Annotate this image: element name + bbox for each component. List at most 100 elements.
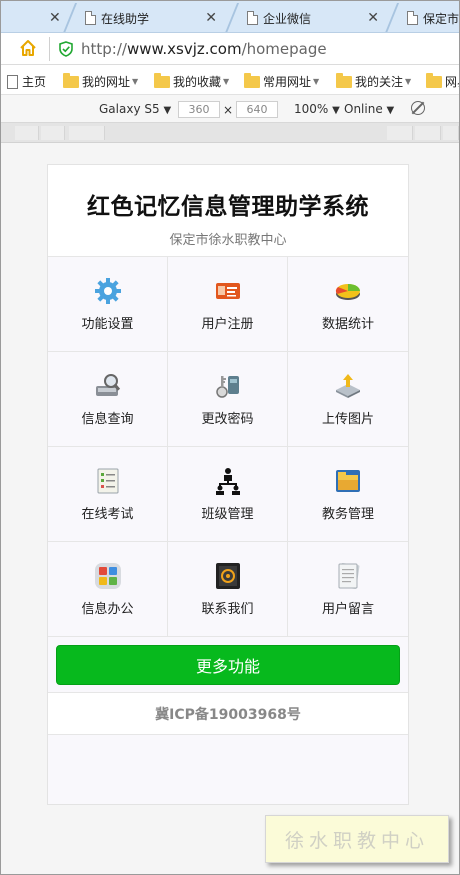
- folder-icon: [154, 72, 170, 88]
- menu-item-statistics[interactable]: 数据统计: [288, 257, 408, 352]
- bookmark-netease[interactable]: 网易: [426, 72, 459, 90]
- menu-label: 上传图片: [321, 412, 374, 427]
- bookmark-favorites[interactable]: 我的收藏 ▼: [154, 72, 230, 90]
- menu-label: 信息办公: [81, 602, 134, 617]
- shield-icon[interactable]: [59, 41, 73, 57]
- menu-label: 班级管理: [201, 507, 254, 522]
- chevron-down-icon: ▼: [386, 105, 395, 116]
- chevron-down-icon: ▼: [313, 77, 320, 86]
- chevron-down-icon: ▼: [223, 77, 230, 86]
- menu-item-message[interactable]: 用户留言: [288, 542, 408, 637]
- page-header: 红色记忆信息管理助学系统 保定市徐水职教中心: [48, 165, 408, 257]
- upload-icon: [334, 372, 362, 400]
- document-icon: [407, 11, 418, 25]
- tab-online-study[interactable]: 在线助学 ✕: [77, 4, 227, 32]
- watermark: 徐水职教中心: [265, 815, 449, 863]
- page-title: 红色记忆信息管理助学系统: [87, 194, 369, 220]
- bookmark-common[interactable]: 常用网址 ▼: [244, 72, 320, 90]
- bookmark-my-sites[interactable]: 我的网址 ▼: [63, 72, 139, 90]
- zoom-value: 100%: [294, 102, 329, 116]
- menu-item-register[interactable]: 用户注册: [168, 257, 288, 352]
- menu-item-academic-affairs[interactable]: 教务管理: [288, 447, 408, 542]
- close-icon[interactable]: ✕: [205, 10, 217, 26]
- device-select[interactable]: Galaxy S5 ▼: [99, 102, 171, 116]
- menu-label: 信息查询: [81, 412, 134, 427]
- contact-icon: [214, 562, 242, 590]
- address-bar: http://www.xsvjz.com/homepage: [1, 33, 459, 65]
- folder-icon: [63, 72, 79, 88]
- menu-item-class-management[interactable]: 班级管理: [168, 447, 288, 542]
- chevron-down-icon: ▼: [132, 77, 139, 86]
- document-icon: [247, 11, 258, 25]
- chevron-down-icon: ▼: [332, 105, 340, 116]
- menu-label: 用户留言: [321, 602, 374, 617]
- url-path: /homepage: [241, 40, 327, 58]
- menu-label: 教务管理: [321, 507, 374, 522]
- device-toolbar: Galaxy S5 ▼ 360 × 640 100% ▼ Online ▼: [1, 95, 459, 123]
- network-value: Online: [344, 102, 383, 116]
- menu-item-online-exam[interactable]: 在线考试: [48, 447, 168, 542]
- icp-record[interactable]: 冀ICP备19003968号: [48, 693, 408, 735]
- key-icon: [214, 372, 242, 400]
- mobile-page: 红色记忆信息管理助学系统 保定市徐水职教中心 功能设置 用户注册 数据统计 信息…: [47, 164, 409, 805]
- menu-item-contact[interactable]: 联系我们: [168, 542, 288, 637]
- bookmark-home[interactable]: 主页: [7, 73, 46, 90]
- url-protocol: http://: [81, 40, 127, 58]
- width-input[interactable]: 360: [178, 101, 220, 118]
- bookmark-label: 我的网址: [82, 75, 131, 89]
- page-icon: [7, 74, 18, 89]
- network-select[interactable]: Online ▼: [344, 102, 394, 116]
- notepad-icon: [334, 562, 362, 590]
- id-card-icon: [214, 277, 242, 305]
- chevron-down-icon: ▼: [405, 77, 412, 86]
- more-features-button[interactable]: 更多功能: [56, 645, 400, 685]
- menu-item-change-password[interactable]: 更改密码: [168, 352, 288, 447]
- team-icon: [214, 467, 242, 495]
- bookmark-label: 常用网址: [263, 75, 312, 89]
- search-drive-icon: [94, 372, 122, 400]
- menu-label: 在线考试: [81, 507, 134, 522]
- menu-label: 用户注册: [201, 317, 254, 332]
- folder-icon: [426, 72, 442, 88]
- bookmark-label: 我的关注: [355, 75, 404, 89]
- checklist-icon: [94, 467, 122, 495]
- url-domain: www.xsvjz.com: [126, 40, 242, 58]
- bookmark-label: 网易: [445, 75, 459, 89]
- media-query-ruler: [1, 123, 459, 143]
- document-icon: [85, 11, 96, 25]
- chevron-down-icon: ▼: [163, 105, 172, 116]
- zoom-select[interactable]: 100% ▼: [294, 102, 340, 116]
- bookmark-label: 主页: [22, 75, 47, 89]
- menu-item-upload-image[interactable]: 上传图片: [288, 352, 408, 447]
- page-subtitle: 保定市徐水职教中心: [169, 233, 287, 248]
- folder-icon: [336, 72, 352, 88]
- height-input[interactable]: 640: [236, 101, 278, 118]
- tab-baoding[interactable]: 保定市: [399, 4, 459, 32]
- menu-label: 功能设置: [81, 317, 134, 332]
- folder-icon: [244, 72, 260, 88]
- home-icon[interactable]: [19, 39, 37, 57]
- tab-strip: ✕ 在线助学 ✕ 企业微信 ✕ 保定市: [1, 1, 459, 33]
- bookmarks-bar: 主页 我的网址▼ 我的收藏▼ 常用网址▼ 我的关注▼ 网易: [1, 65, 459, 95]
- device-viewport: 红色记忆信息管理助学系统 保定市徐水职教中心 功能设置 用户注册 数据统计 信息…: [1, 143, 459, 874]
- times-sign: ×: [223, 103, 234, 117]
- url-field[interactable]: http://www.xsvjz.com/homepage: [81, 40, 327, 58]
- bookmark-label: 我的收藏: [173, 75, 222, 89]
- menu-item-office[interactable]: 信息办公: [48, 542, 168, 637]
- more-section: 更多功能: [48, 637, 408, 693]
- tab-wework[interactable]: 企业微信 ✕: [239, 4, 389, 32]
- office-icon: [94, 562, 122, 590]
- device-model: Galaxy S5: [99, 102, 160, 116]
- menu-item-settings[interactable]: 功能设置: [48, 257, 168, 352]
- tab-close-icon[interactable]: ✕: [49, 10, 61, 26]
- chart-icon: [334, 277, 362, 305]
- rotate-icon[interactable]: [411, 101, 425, 115]
- gear-icon: [94, 277, 122, 305]
- feature-grid: 功能设置 用户注册 数据统计 信息查询 更改密码 上传图片 在线考试 班级管理 …: [48, 257, 408, 637]
- menu-label: 联系我们: [201, 602, 254, 617]
- close-icon[interactable]: ✕: [367, 10, 379, 26]
- menu-item-query[interactable]: 信息查询: [48, 352, 168, 447]
- folder-window-icon: [334, 467, 362, 495]
- bookmark-following[interactable]: 我的关注 ▼: [336, 72, 412, 90]
- menu-label: 数据统计: [321, 317, 374, 332]
